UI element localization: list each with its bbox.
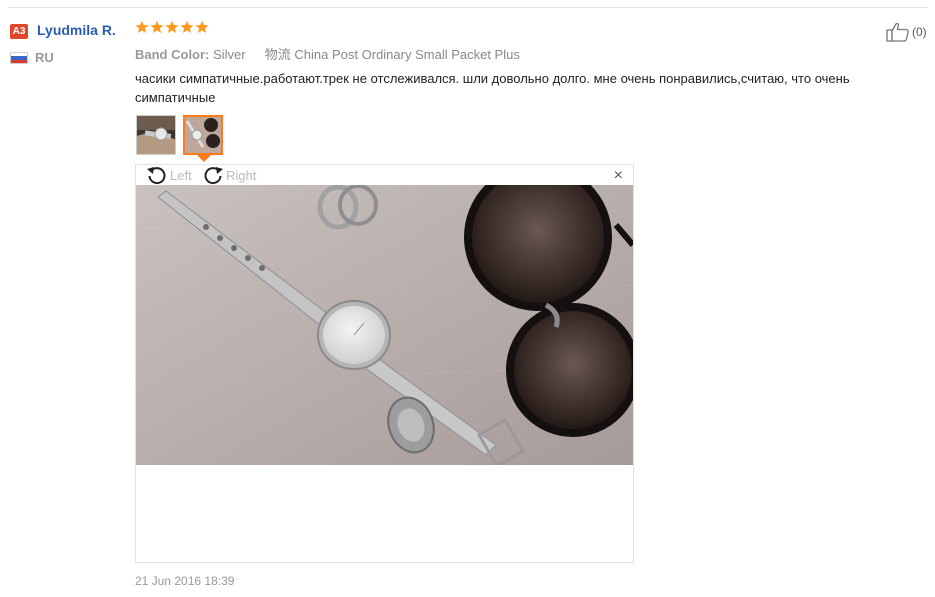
thumbs-up-icon (886, 22, 909, 42)
helpful-button[interactable]: (0) (886, 22, 927, 42)
logistics-label: 物流 (264, 47, 291, 62)
viewer-toolbar: Left Right × (136, 165, 633, 185)
review-date: 21 Jun 2016 18:39 (135, 574, 235, 588)
helpful-count: (0) (912, 25, 927, 39)
watch-and-sunglasses-photo-thumbnail (185, 117, 221, 153)
star-icon (180, 20, 194, 33)
star-icon (195, 20, 209, 33)
rotate-right-button[interactable]: Right (202, 165, 256, 185)
rotate-left-label: Left (170, 167, 192, 183)
review-photo (136, 185, 633, 465)
review-photo-thumbnail-selected[interactable] (183, 115, 223, 155)
review-text: часики симпатичные.работают.трек не отсл… (135, 71, 850, 105)
review-photo-thumbnail[interactable] (136, 115, 176, 155)
wrist-watch-photo-thumbnail (137, 116, 175, 154)
watch-rings-sunglasses-photo (136, 185, 633, 465)
rotate-left-icon (147, 167, 166, 185)
star-icon (135, 20, 149, 33)
band-color-value: Silver (213, 47, 246, 62)
rotate-right-label: Right (226, 167, 257, 183)
buyer-level-badge: A3 (10, 24, 28, 39)
selected-thumbnail-indicator (197, 155, 211, 162)
reviewer-country: RU (35, 50, 54, 65)
rotate-left-button[interactable]: Left (146, 165, 192, 185)
star-rating (135, 20, 209, 38)
top-divider (8, 7, 928, 8)
star-icon (165, 20, 179, 33)
photo-viewer: Left Right × (135, 164, 634, 563)
rotate-right-icon (204, 167, 223, 185)
band-color-label: Band Color: (135, 47, 210, 62)
close-icon[interactable]: × (614, 167, 623, 185)
russia-flag-icon (10, 52, 28, 64)
logistics-value: China Post Ordinary Small Packet Plus (294, 47, 520, 62)
order-info: Band Color: Silver 物流 China Post Ordinar… (135, 44, 520, 63)
star-icon (150, 20, 164, 33)
reviewer-name[interactable]: Lyudmila R. (37, 22, 116, 38)
